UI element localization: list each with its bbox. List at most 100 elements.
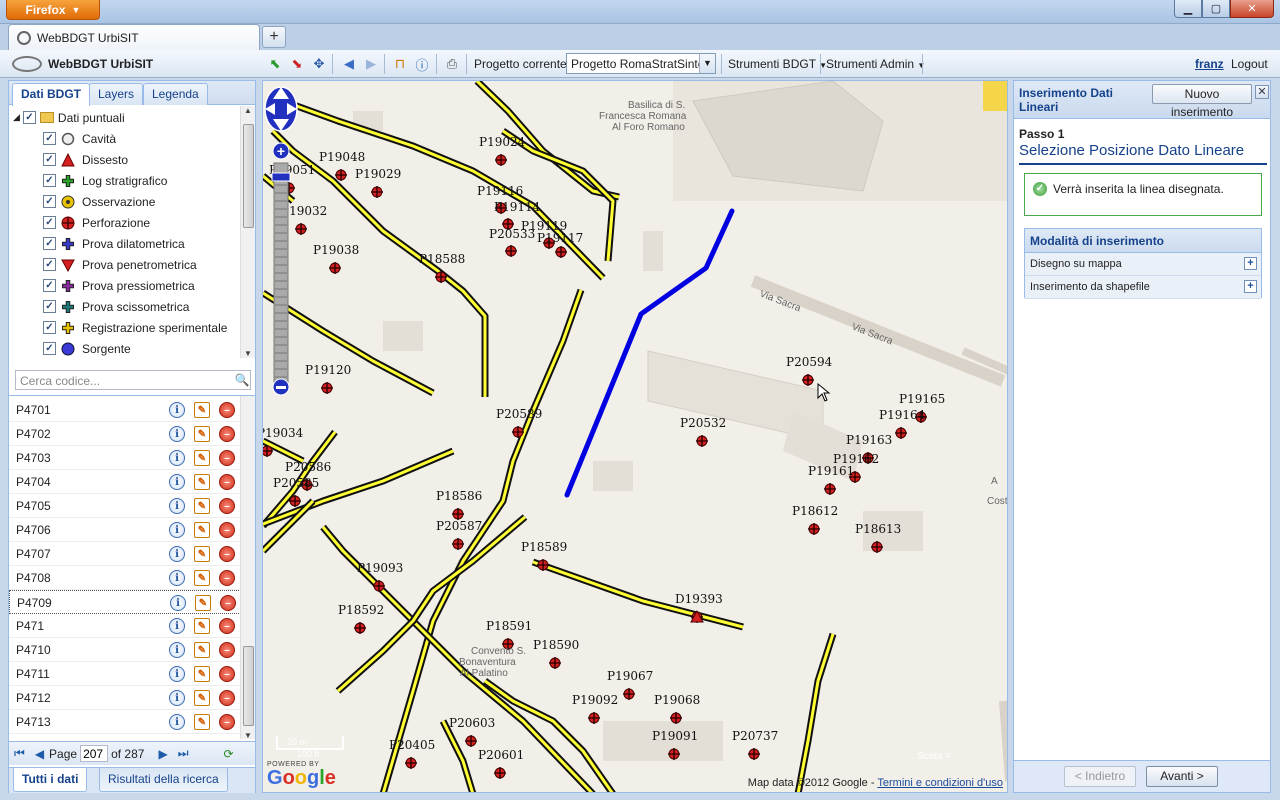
edit-icon[interactable]: ✎ bbox=[194, 666, 210, 682]
map-point-p20532[interactable]: P20532 bbox=[680, 416, 726, 447]
code-row[interactable]: P4710 i ✎ – bbox=[9, 638, 241, 662]
tree-item-prova-pressiometrica[interactable]: ✓ Prova pressiometrica bbox=[43, 275, 195, 296]
map-point-p18588[interactable]: P18588 bbox=[419, 252, 465, 283]
map-point-p19024[interactable]: P19024 bbox=[479, 135, 526, 166]
zoom-out-tool-icon[interactable]: ⬊ bbox=[288, 55, 306, 73]
zoom-pan-control[interactable]: + bbox=[263, 81, 299, 401]
info-icon[interactable]: i bbox=[169, 450, 185, 466]
search-code-input[interactable]: Cerca codice... bbox=[15, 370, 251, 390]
mode-inserimento-shapefile[interactable]: Inserimento da shapefile + bbox=[1025, 276, 1261, 299]
checkbox[interactable]: ✓ bbox=[43, 279, 56, 292]
page-number-input[interactable] bbox=[80, 745, 109, 762]
logout-link[interactable]: Logout bbox=[1231, 57, 1268, 71]
edit-icon[interactable]: ✎ bbox=[195, 595, 211, 611]
map-point-p20737[interactable]: P20737 bbox=[732, 729, 778, 760]
delete-icon[interactable]: – bbox=[219, 546, 235, 562]
tab-dati-bdgt[interactable]: Dati BDGT bbox=[12, 83, 90, 106]
tree-item-sorgente[interactable]: ✓ Sorgente bbox=[43, 338, 131, 358]
next-button[interactable]: Avanti > bbox=[1146, 766, 1218, 787]
code-row[interactable]: P4701 i ✎ – bbox=[9, 398, 241, 422]
delete-icon[interactable]: – bbox=[219, 426, 235, 442]
info-icon[interactable]: i bbox=[169, 546, 185, 562]
maximize-icon[interactable]: ▢ bbox=[1202, 0, 1230, 18]
info-icon[interactable]: i bbox=[169, 618, 185, 634]
tree-item-perforazione[interactable]: ✓ Perforazione bbox=[43, 212, 150, 233]
tree-item-osservazione[interactable]: ✓ Osservazione bbox=[43, 191, 155, 212]
info-icon[interactable]: i bbox=[169, 642, 185, 658]
map-point-p18612[interactable]: P18612 bbox=[792, 504, 838, 535]
info-icon[interactable]: i bbox=[169, 690, 185, 706]
first-page-icon[interactable]: ⏮ bbox=[14, 746, 25, 761]
back-button[interactable]: < Indietro bbox=[1064, 766, 1136, 787]
edit-icon[interactable]: ✎ bbox=[194, 402, 210, 418]
checkbox[interactable]: ✓ bbox=[43, 342, 56, 355]
checkbox[interactable]: ✓ bbox=[43, 300, 56, 313]
tree-item-registrazione-sperimentale[interactable]: ✓ Registrazione sperimentale bbox=[43, 317, 227, 338]
delete-icon[interactable]: – bbox=[219, 474, 235, 490]
delete-icon[interactable]: – bbox=[219, 522, 235, 538]
checkbox[interactable]: ✓ bbox=[22, 111, 36, 124]
checkbox[interactable]: ✓ bbox=[43, 153, 56, 166]
map-point-p18589[interactable]: P18589 bbox=[521, 540, 567, 571]
info-icon[interactable]: i bbox=[169, 666, 185, 682]
delete-icon[interactable]: – bbox=[219, 642, 235, 658]
checkbox[interactable]: ✓ bbox=[43, 195, 56, 208]
browser-tab[interactable]: WebBDGT UrbiSIT bbox=[8, 24, 260, 50]
map-point-p20589[interactable]: P20589 bbox=[496, 407, 542, 438]
tab-tutti-i-dati[interactable]: Tutti i dati bbox=[13, 768, 88, 792]
tree-item-prova-dilatometrica[interactable]: ✓ Prova dilatometrica bbox=[43, 233, 185, 254]
code-row[interactable]: P4709 i ✎ – bbox=[9, 590, 241, 614]
delete-icon[interactable]: – bbox=[219, 666, 235, 682]
code-row[interactable]: P4703 i ✎ – bbox=[9, 446, 241, 470]
delete-icon[interactable]: – bbox=[219, 570, 235, 586]
edit-icon[interactable]: ✎ bbox=[194, 522, 210, 538]
delete-icon[interactable]: – bbox=[219, 402, 235, 418]
chevron-down-icon[interactable]: ▼ bbox=[699, 54, 715, 73]
tab-layers[interactable]: Layers bbox=[89, 83, 144, 105]
code-row[interactable]: P4706 i ✎ – bbox=[9, 518, 241, 542]
new-insert-button[interactable]: Nuovo inserimento bbox=[1152, 84, 1252, 119]
scrollbar-thumb[interactable] bbox=[243, 646, 254, 726]
tree-item-prova-penetrometrica[interactable]: ✓ Prova penetrometrica bbox=[43, 254, 197, 275]
edit-icon[interactable]: ✎ bbox=[194, 714, 210, 730]
list-scrollbar[interactable]: ▼ bbox=[240, 396, 255, 739]
scroll-down-icon[interactable]: ▼ bbox=[241, 731, 255, 739]
scrollbar-thumb[interactable] bbox=[243, 124, 254, 228]
expand-triangle-icon[interactable]: ◢ bbox=[13, 112, 20, 123]
menu-strumenti-admin[interactable]: Strumenti Admin ▼ bbox=[826, 57, 925, 71]
code-row[interactable]: P4712 i ✎ – bbox=[9, 686, 241, 710]
delete-icon[interactable]: – bbox=[219, 690, 235, 706]
zoom-in-tool-icon[interactable]: ⬉ bbox=[266, 55, 284, 73]
delete-icon[interactable]: – bbox=[220, 595, 236, 611]
mode-disegno-su-mappa[interactable]: Disegno su mappa + bbox=[1025, 253, 1261, 276]
forward-arrow-icon[interactable]: ▶ bbox=[362, 55, 380, 73]
last-page-icon[interactable]: ⏭ bbox=[178, 746, 189, 761]
user-link[interactable]: franz bbox=[1195, 57, 1224, 71]
code-row[interactable]: P4711 i ✎ – bbox=[9, 662, 241, 686]
edit-icon[interactable]: ✎ bbox=[194, 642, 210, 658]
edit-icon[interactable]: ✎ bbox=[194, 450, 210, 466]
edit-icon[interactable]: ✎ bbox=[194, 618, 210, 634]
map-point-p19120[interactable]: P19120 bbox=[305, 363, 351, 394]
expand-plus-icon[interactable]: + bbox=[1244, 257, 1257, 270]
new-tab-button[interactable]: + bbox=[262, 26, 286, 48]
tree-item-log-stratigrafico[interactable]: ✓ Log stratigrafico bbox=[43, 170, 167, 191]
info-icon[interactable]: i bbox=[169, 474, 185, 490]
edit-icon[interactable]: ✎ bbox=[194, 690, 210, 706]
info-icon[interactable]: i bbox=[169, 426, 185, 442]
map-canvas[interactable]: P19024 P19048 P19029 P19051 P19032 P19038 P191… bbox=[262, 80, 1008, 793]
close-icon[interactable]: ✕ bbox=[1255, 85, 1269, 99]
map-point-p19161[interactable]: P19161 bbox=[808, 464, 854, 495]
tree-item-prova-scissometrica[interactable]: ✓ Prova scissometrica bbox=[43, 296, 189, 317]
map-point-p19038[interactable]: P19038 bbox=[313, 243, 359, 274]
map-point-p20601[interactable]: P20601 bbox=[478, 748, 524, 779]
next-page-icon[interactable]: ▶ bbox=[158, 747, 167, 761]
info-tool-icon[interactable]: ⓘ bbox=[413, 55, 431, 73]
checkbox[interactable]: ✓ bbox=[43, 321, 56, 334]
scroll-down-icon[interactable]: ▼ bbox=[241, 349, 255, 358]
code-row[interactable]: P4702 i ✎ – bbox=[9, 422, 241, 446]
checkbox[interactable]: ✓ bbox=[43, 258, 56, 271]
map-point-p18592[interactable]: P18592 bbox=[338, 603, 384, 634]
code-row[interactable]: P4705 i ✎ – bbox=[9, 494, 241, 518]
map-point-p20594[interactable]: P20594 bbox=[786, 355, 833, 386]
